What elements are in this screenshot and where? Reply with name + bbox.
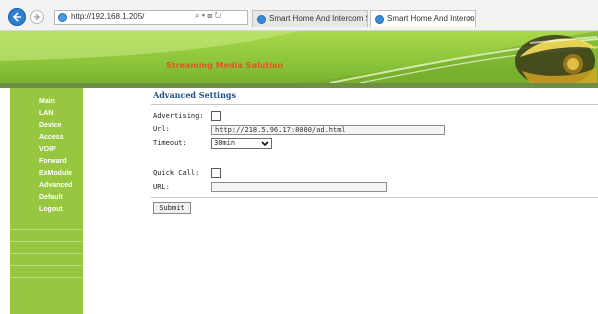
sidebar-divider bbox=[10, 277, 83, 278]
sidebar-item-voip[interactable]: VOIP bbox=[10, 146, 83, 157]
sidebar: Main LAN Device Access VOIP Forward ExMo… bbox=[10, 88, 83, 314]
page-title: Advanced Settings bbox=[153, 90, 236, 100]
sidebar-item-label: Main bbox=[39, 98, 55, 105]
sidebar-item-label: Advanced bbox=[39, 182, 73, 189]
timeout-select[interactable]: 30min bbox=[211, 138, 272, 149]
quick-call-checkbox[interactable] bbox=[211, 168, 221, 178]
timeout-label: Timeout: bbox=[153, 139, 187, 147]
title-divider bbox=[151, 104, 598, 105]
search-refresh-icons[interactable]: ⌕ ▾ ⊠ ↻ bbox=[195, 11, 251, 23]
chevron-down-icon bbox=[261, 141, 269, 147]
forward-button[interactable] bbox=[30, 10, 44, 24]
advertising-checkbox[interactable] bbox=[211, 111, 221, 121]
sidebar-item-forward[interactable]: Forward bbox=[10, 158, 83, 169]
url-field[interactable]: http://218.5.96.17:8000/ad.html bbox=[211, 125, 445, 135]
browser-tab-2-active[interactable]: Smart Home And Intercom ... × bbox=[370, 10, 476, 27]
sidebar-item-label: Forward bbox=[39, 158, 67, 165]
browser-tab-1[interactable]: Smart Home And Intercom Sys... bbox=[252, 10, 368, 27]
sidebar-item-exmodule[interactable]: ExModule bbox=[10, 170, 83, 181]
sidebar-item-label: Access bbox=[39, 134, 64, 141]
sidebar-item-label: Default bbox=[39, 194, 63, 201]
banner-divider bbox=[0, 83, 598, 88]
submit-button[interactable]: Submit bbox=[153, 202, 191, 214]
sidebar-item-label: Logout bbox=[39, 206, 63, 213]
banner-title: Streaming Media Solution bbox=[166, 61, 284, 70]
header-banner: Streaming Media Solution bbox=[0, 31, 598, 83]
sidebar-divider bbox=[10, 229, 83, 230]
quick-call-label: Quick Call: bbox=[153, 169, 200, 177]
arrow-right-icon bbox=[34, 13, 40, 21]
form-divider bbox=[151, 197, 598, 198]
quick-url-field[interactable] bbox=[211, 182, 387, 192]
tab-label: Smart Home And Intercom ... bbox=[387, 14, 475, 23]
tab-label: Smart Home And Intercom Sys... bbox=[269, 14, 367, 23]
sidebar-item-label: VOIP bbox=[39, 146, 56, 153]
sidebar-divider bbox=[10, 241, 83, 242]
timeout-value: 30min bbox=[214, 139, 236, 147]
sidebar-item-main[interactable]: Main bbox=[10, 98, 83, 109]
sidebar-item-default[interactable]: Default bbox=[10, 194, 83, 205]
advertising-label: Advertising: bbox=[153, 112, 204, 120]
sidebar-item-logout[interactable]: Logout bbox=[10, 206, 83, 217]
sidebar-item-advanced[interactable]: Advanced bbox=[10, 182, 83, 193]
address-url: http://192.168.1.205/ bbox=[71, 12, 145, 21]
sidebar-item-device[interactable]: Device bbox=[10, 122, 83, 133]
sidebar-item-lan[interactable]: LAN bbox=[10, 110, 83, 121]
back-button[interactable] bbox=[8, 8, 26, 26]
sidebar-divider bbox=[10, 265, 83, 266]
browser-toolbar: http://192.168.1.205/ ⌕ ▾ ⊠ ↻ Smart Home… bbox=[0, 0, 598, 31]
banner-swoosh-graphic bbox=[0, 31, 598, 83]
sidebar-item-access[interactable]: Access bbox=[10, 134, 83, 145]
sidebar-item-label: ExModule bbox=[39, 170, 73, 177]
sidebar-item-label: Device bbox=[39, 122, 62, 129]
quick-url-label: URL: bbox=[153, 183, 170, 191]
url-label: Url: bbox=[153, 125, 170, 133]
ie-icon bbox=[257, 15, 266, 24]
sidebar-item-label: LAN bbox=[39, 110, 54, 117]
arrow-left-icon bbox=[12, 12, 21, 22]
close-icon[interactable]: × bbox=[468, 13, 473, 23]
ie-icon bbox=[375, 15, 384, 24]
sidebar-divider bbox=[10, 253, 83, 254]
page-icon bbox=[58, 13, 67, 22]
